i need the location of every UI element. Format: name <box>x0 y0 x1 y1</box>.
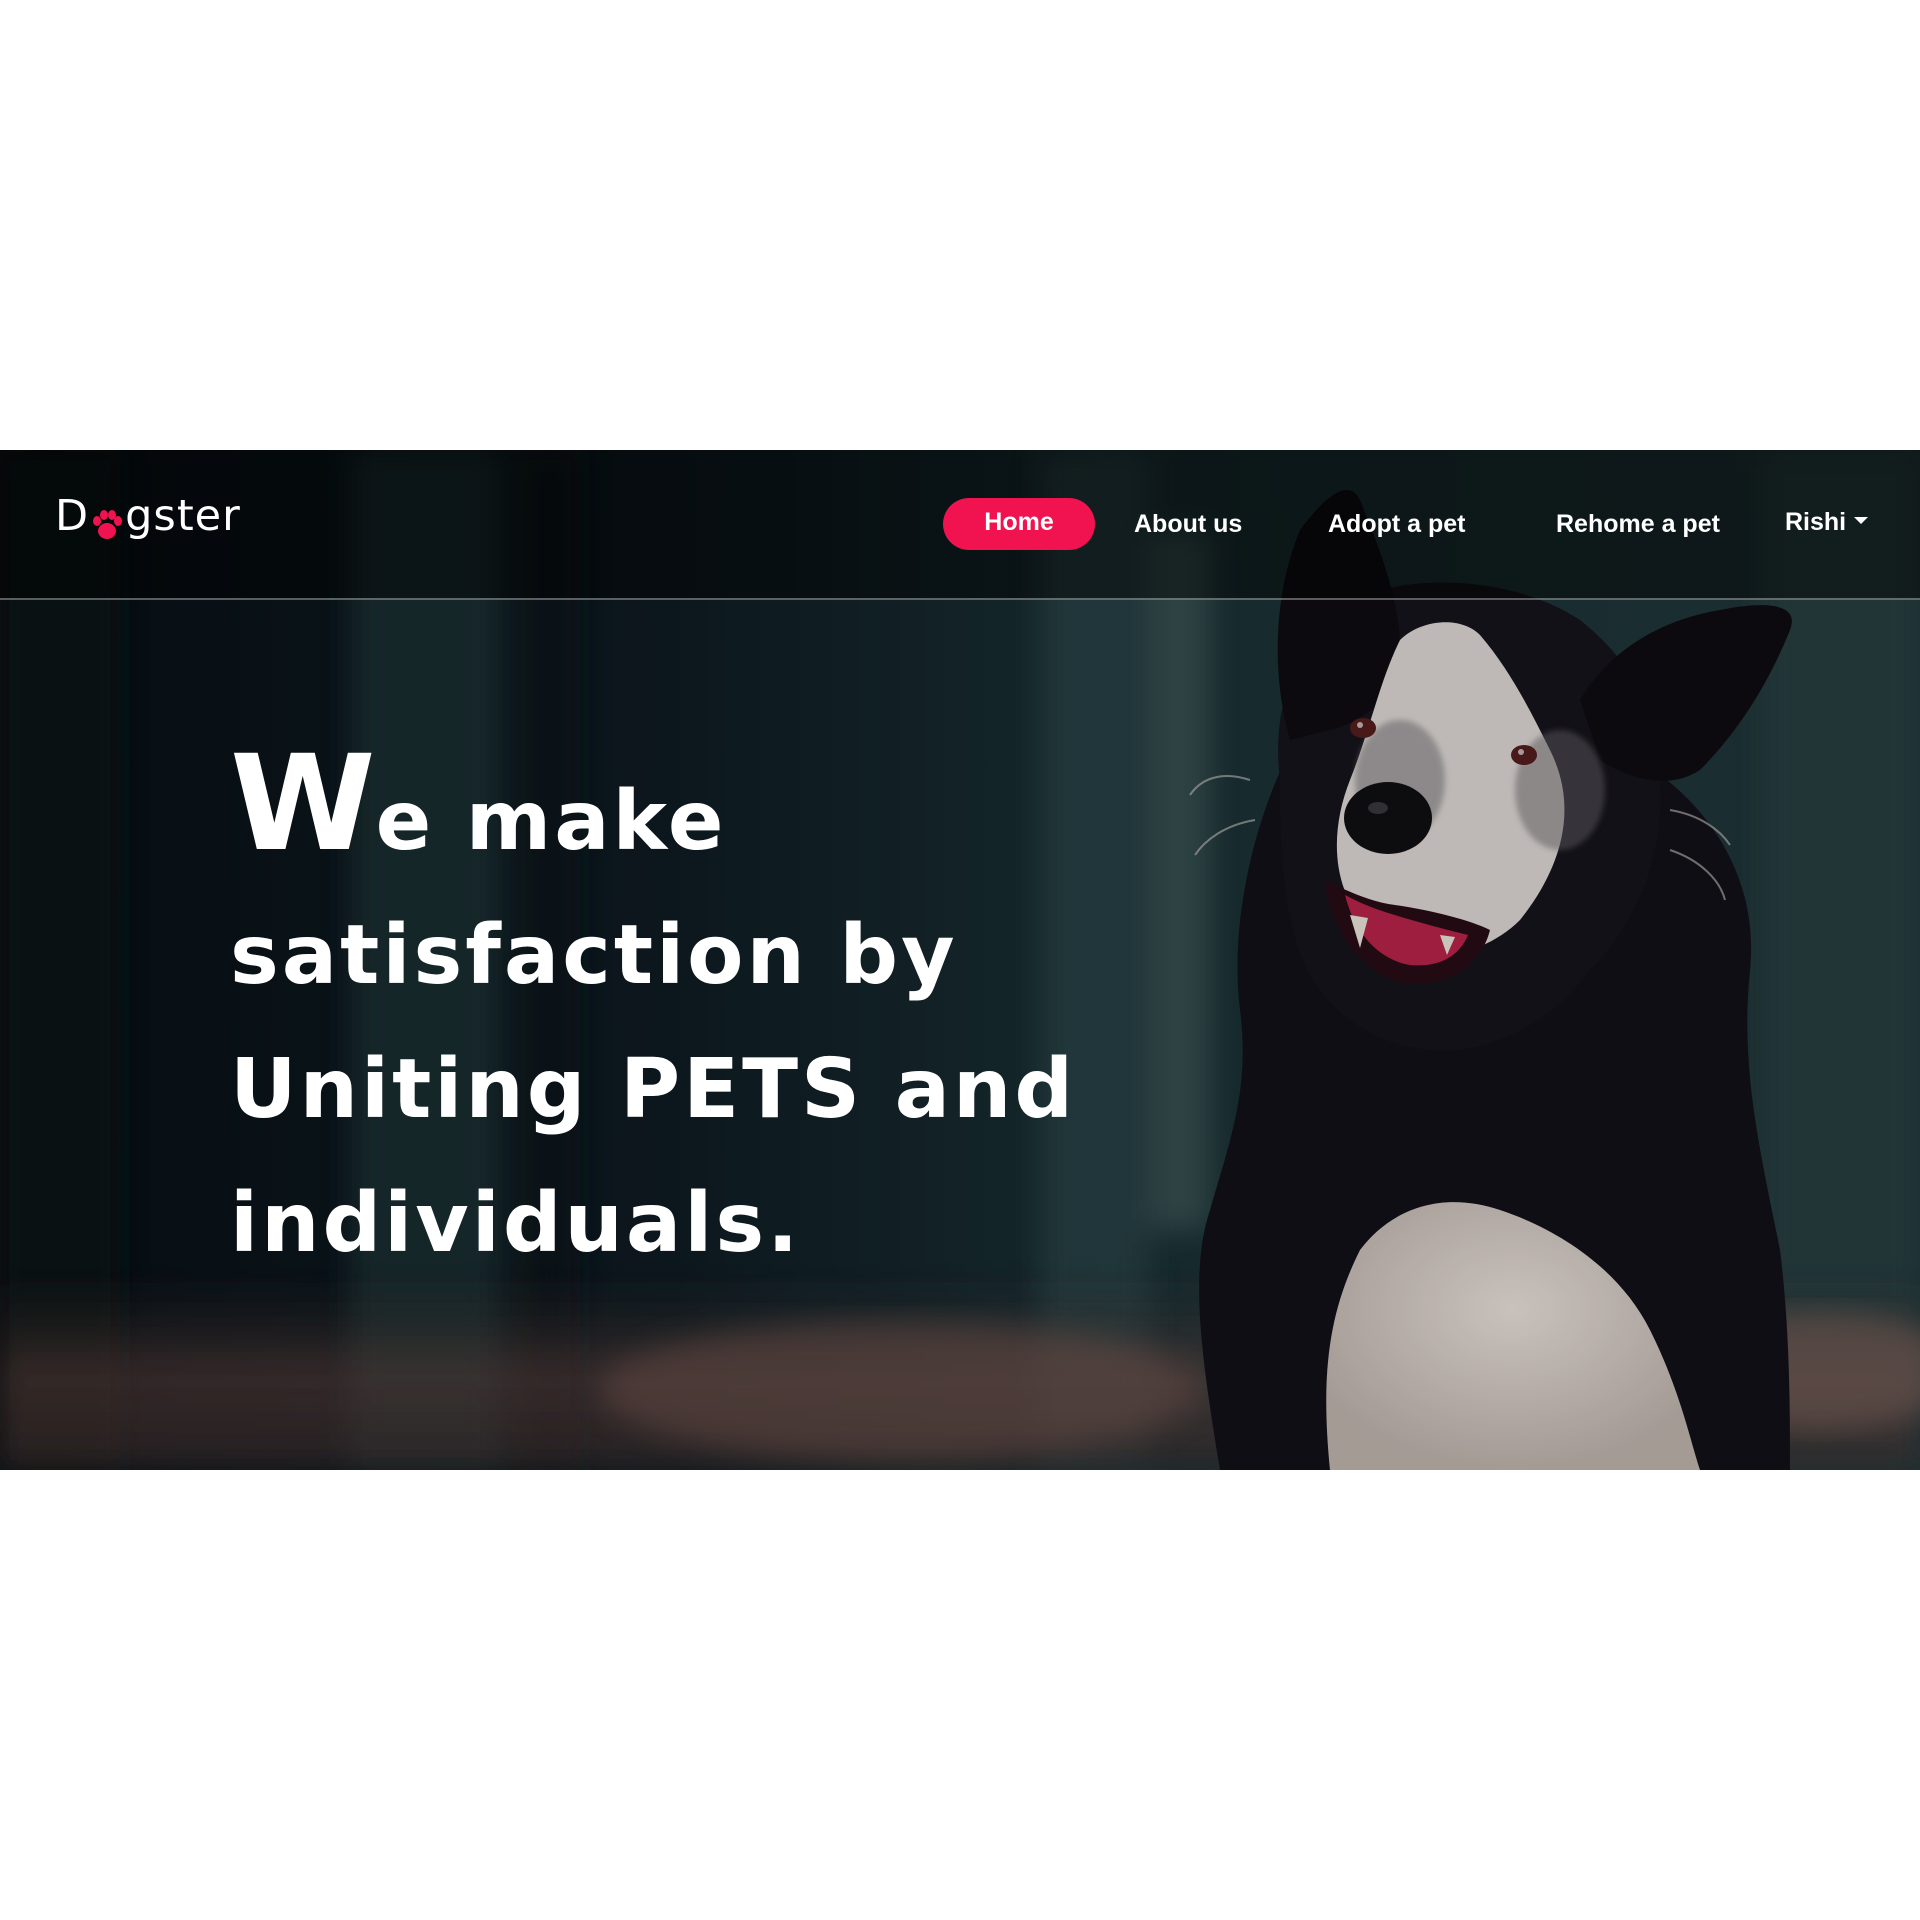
user-name: Rishi <box>1785 508 1847 536</box>
headline-line1: e make <box>375 774 727 869</box>
navbar: D gster Home About us Adopt a pet Rehome <box>0 450 1920 600</box>
hero-headline: We make satisfaction by Uniting PETS and… <box>230 738 1130 1291</box>
headline-line3: Uniting PETS and <box>230 1042 1077 1137</box>
headline-line2: satisfaction by <box>230 908 958 1003</box>
hero-section: D gster Home About us Adopt a pet Rehome <box>0 450 1920 1470</box>
nav-home-link[interactable]: Home <box>943 498 1095 550</box>
nav-menu: Home About us Adopt a pet Rehome a pet R… <box>0 450 1920 598</box>
nav-adopt-link[interactable]: Adopt a pet <box>1328 498 1466 550</box>
headline-first-letter: W <box>230 727 376 881</box>
page: D gster Home About us Adopt a pet Rehome <box>0 0 1920 1920</box>
headline-line4: individuals. <box>230 1176 802 1271</box>
caret-down-icon <box>1854 516 1869 524</box>
nav-about-link[interactable]: About us <box>1134 498 1242 550</box>
nav-rehome-link[interactable]: Rehome a pet <box>1556 498 1720 550</box>
user-menu-toggle[interactable]: Rishi <box>1785 496 1869 548</box>
